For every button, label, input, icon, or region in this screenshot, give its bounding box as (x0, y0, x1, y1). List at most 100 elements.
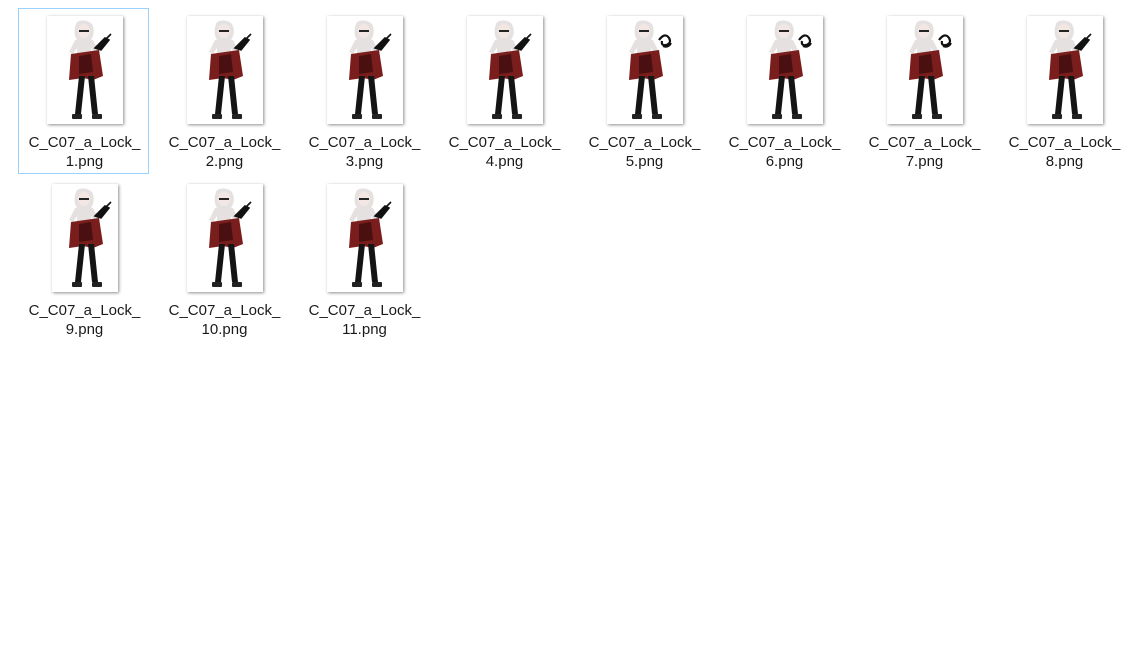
glasses (218, 198, 229, 200)
file-item[interactable]: C_C07_a_Lock_ 4.png (438, 8, 569, 174)
weapon-gun (233, 201, 252, 219)
file-name-line1: C_C07_a_Lock_ (728, 134, 841, 151)
weapon-gun (93, 33, 112, 51)
character-figure (68, 20, 112, 119)
right-boot (231, 114, 242, 119)
file-item[interactable]: C_C07_a_Lock_ 2.png (158, 8, 289, 174)
left-leg (354, 244, 365, 282)
file-grid: C_C07_a_Lock_ 1.png C_C07_a_Lock_ 2.png … (18, 8, 1139, 344)
left-leg (774, 76, 785, 114)
image-thumbnail (886, 16, 963, 124)
left-boot (351, 114, 362, 119)
file-item[interactable]: C_C07_a_Lock_ 1.png (18, 8, 149, 174)
file-item[interactable]: C_C07_a_Lock_ 7.png (858, 8, 989, 174)
thumbnail-frame (579, 14, 710, 126)
character-figure (68, 188, 112, 287)
file-name-line2: 4.png (485, 153, 524, 170)
thumbnail-frame (159, 14, 290, 126)
file-name-line1: C_C07_a_Lock_ (868, 134, 981, 151)
left-leg (494, 76, 505, 114)
left-boot (631, 114, 642, 119)
file-name: C_C07_a_Lock_ 7.png (859, 133, 990, 171)
image-thumbnail (606, 16, 683, 124)
left-boot (71, 114, 82, 119)
file-name: C_C07_a_Lock_ 1.png (19, 133, 150, 171)
right-boot (931, 114, 942, 119)
file-name-line1: C_C07_a_Lock_ (308, 134, 421, 151)
skirt (498, 54, 513, 74)
left-boot (211, 114, 222, 119)
skirt (778, 54, 793, 74)
skirt (918, 54, 933, 74)
file-name-line2: 8.png (1045, 153, 1084, 170)
file-name-line2: 5.png (625, 153, 664, 170)
left-leg (914, 76, 925, 114)
skirt (1058, 54, 1073, 74)
glasses (918, 30, 929, 32)
file-name: C_C07_a_Lock_ 4.png (439, 133, 570, 171)
thumbnail-frame (19, 182, 150, 294)
image-thumbnail (326, 16, 403, 124)
right-boot (511, 114, 522, 119)
weapon-gun (233, 33, 252, 51)
character-figure (348, 20, 392, 119)
file-name-line1: C_C07_a_Lock_ (168, 302, 281, 319)
file-item[interactable]: C_C07_a_Lock_ 5.png (578, 8, 709, 174)
image-thumbnail (746, 16, 823, 124)
left-boot (771, 114, 782, 119)
glasses (218, 30, 229, 32)
file-item[interactable]: C_C07_a_Lock_ 6.png (718, 8, 849, 174)
left-boot (911, 114, 922, 119)
image-thumbnail (186, 184, 263, 292)
file-name-line2: 10.png (201, 321, 248, 338)
file-item[interactable]: C_C07_a_Lock_ 3.png (298, 8, 429, 174)
glasses (778, 30, 789, 32)
skirt (218, 222, 233, 242)
file-item[interactable]: C_C07_a_Lock_ 8.png (998, 8, 1129, 174)
right-leg (647, 76, 658, 114)
left-leg (74, 76, 85, 114)
right-leg (927, 76, 938, 114)
character-figure (1048, 20, 1092, 119)
character-figure (208, 188, 252, 287)
file-item[interactable]: C_C07_a_Lock_ 10.png (158, 176, 289, 342)
file-name-line1: C_C07_a_Lock_ (448, 134, 561, 151)
left-leg (214, 76, 225, 114)
character-figure (208, 20, 252, 119)
file-item[interactable]: C_C07_a_Lock_ 11.png (298, 176, 429, 342)
thumbnail-frame (159, 182, 290, 294)
right-boot (91, 114, 102, 119)
glasses (1058, 30, 1069, 32)
glasses (358, 198, 369, 200)
thumbnail-frame (299, 182, 430, 294)
image-thumbnail (46, 16, 123, 124)
file-name-line1: C_C07_a_Lock_ (1008, 134, 1121, 151)
character-figure (908, 20, 952, 119)
left-boot (351, 282, 362, 287)
file-name-line1: C_C07_a_Lock_ (588, 134, 701, 151)
right-boot (371, 282, 382, 287)
file-name-line1: C_C07_a_Lock_ (308, 302, 421, 319)
file-item[interactable]: C_C07_a_Lock_ 9.png (18, 176, 149, 342)
character-figure (768, 20, 812, 119)
right-boot (371, 114, 382, 119)
right-leg (87, 244, 98, 282)
file-name-line2: 3.png (345, 153, 384, 170)
file-name-line2: 11.png (342, 321, 387, 338)
left-boot (491, 114, 502, 119)
right-boot (651, 114, 662, 119)
right-leg (367, 244, 378, 282)
file-name-line2: 9.png (65, 321, 104, 338)
weapon-swirl (797, 34, 812, 48)
file-name: C_C07_a_Lock_ 9.png (19, 301, 150, 339)
right-leg (367, 76, 378, 114)
skirt (218, 54, 233, 74)
thumbnail-frame (719, 14, 850, 126)
glasses (78, 198, 89, 200)
file-name: C_C07_a_Lock_ 2.png (159, 133, 290, 171)
weapon-gun (1073, 33, 1092, 51)
character-figure (488, 20, 532, 119)
thumbnail-frame (999, 14, 1130, 126)
skirt (358, 54, 373, 74)
weapon-swirl (937, 34, 952, 48)
